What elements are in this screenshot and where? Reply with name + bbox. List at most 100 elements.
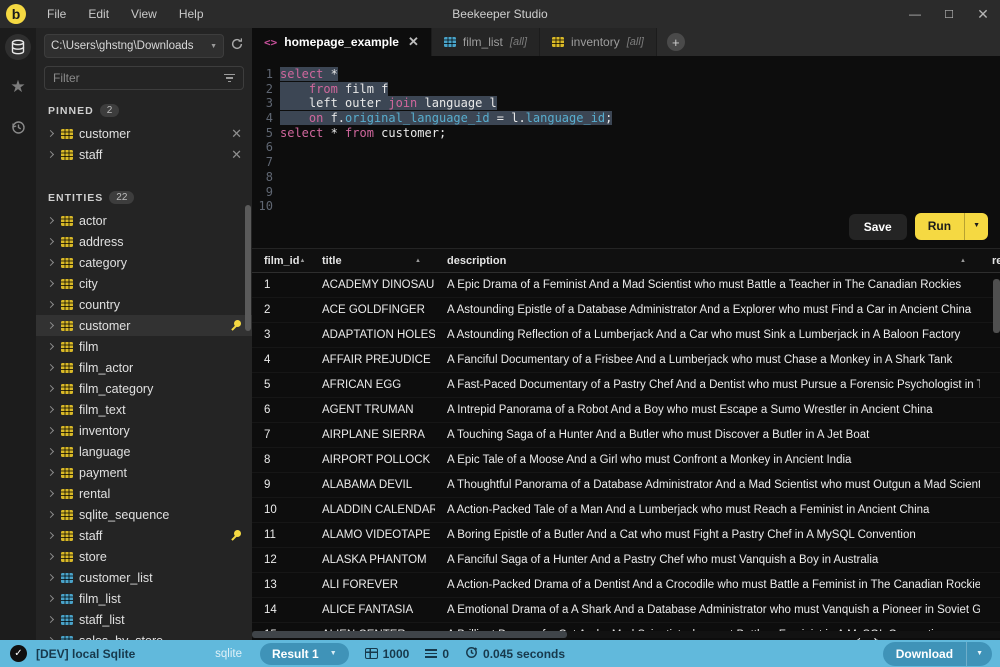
- cell[interactable]: AFFAIR PREJUDICE: [310, 354, 435, 366]
- sidebar-item-customer_list[interactable]: customer_list: [36, 567, 252, 588]
- table-row[interactable]: 12ALASKA PHANTOMA Fanciful Saga of a Hun…: [252, 548, 1000, 573]
- cell[interactable]: 6: [252, 404, 310, 416]
- download-button[interactable]: Download ▼: [883, 642, 992, 666]
- cell[interactable]: A Touching Saga of a Hunter And a Butler…: [435, 429, 980, 441]
- maximize-icon[interactable]: ☐: [932, 0, 966, 28]
- sidebar-item-city[interactable]: city: [36, 273, 252, 294]
- cell[interactable]: 12: [252, 554, 310, 566]
- cell[interactable]: ACADEMY DINOSAUR: [310, 279, 435, 291]
- chevron-right-icon[interactable]: [47, 616, 54, 623]
- connection-name[interactable]: [DEV] local Sqlite: [36, 647, 135, 661]
- sidebar-item-inventory[interactable]: inventory: [36, 420, 252, 441]
- chevron-right-icon[interactable]: [47, 553, 54, 560]
- menu-view[interactable]: View: [120, 0, 168, 28]
- cell[interactable]: 5: [252, 379, 310, 391]
- chevron-right-icon[interactable]: [47, 385, 54, 392]
- chevron-right-icon[interactable]: [47, 343, 54, 350]
- chevron-right-icon[interactable]: [47, 217, 54, 224]
- sidebar-item-country[interactable]: country: [36, 294, 252, 315]
- chevron-right-icon[interactable]: [47, 574, 54, 581]
- sidebar-item-film_category[interactable]: film_category: [36, 378, 252, 399]
- table-row[interactable]: 14ALICE FANTASIAA Emotional Drama of a A…: [252, 598, 1000, 623]
- sidebar-scrollbar[interactable]: [245, 205, 251, 331]
- sidebar-item-address[interactable]: address: [36, 231, 252, 252]
- result-selector[interactable]: Result 1 ▼: [260, 643, 349, 665]
- chevron-right-icon[interactable]: [47, 406, 54, 413]
- chevron-right-icon[interactable]: [47, 280, 54, 287]
- table-row[interactable]: 7AIRPLANE SIERRAA Touching Saga of a Hun…: [252, 423, 1000, 448]
- cell[interactable]: 3: [252, 329, 310, 341]
- favorites-star-icon[interactable]: ★: [5, 74, 31, 100]
- table-row[interactable]: 2ACE GOLDFINGERA Astounding Epistle of a…: [252, 298, 1000, 323]
- cell[interactable]: 1: [252, 279, 310, 291]
- sidebar-item-actor[interactable]: actor: [36, 210, 252, 231]
- results-horizontal-scrollbar[interactable]: [252, 631, 1000, 638]
- sidebar-item-language[interactable]: language: [36, 441, 252, 462]
- pinned-item-staff[interactable]: staff✕: [36, 144, 252, 165]
- pin-icon[interactable]: [228, 319, 242, 333]
- sidebar-item-sales_by_store[interactable]: sales_by_store: [36, 630, 252, 640]
- column-header-film_id[interactable]: film_id▲: [252, 255, 310, 267]
- chevron-right-icon[interactable]: [47, 130, 54, 137]
- sidebar-item-customer[interactable]: customer: [36, 315, 252, 336]
- run-button-label[interactable]: Run: [915, 213, 965, 240]
- cell[interactable]: ALAMO VIDEOTAPE: [310, 529, 435, 541]
- cell[interactable]: A Epic Drama of a Feminist And a Mad Sci…: [435, 279, 980, 291]
- column-header-description[interactable]: description▲: [435, 255, 980, 267]
- cell[interactable]: AIRPORT POLLOCK: [310, 454, 435, 466]
- sort-arrow-icon[interactable]: ▲: [415, 258, 429, 264]
- run-button[interactable]: Run ▼: [915, 213, 988, 240]
- cell[interactable]: A Astounding Reflection of a Lumberjack …: [435, 329, 980, 341]
- cell[interactable]: A Action-Packed Tale of a Man And a Lumb…: [435, 504, 980, 516]
- sidebar-item-staff_list[interactable]: staff_list: [36, 609, 252, 630]
- save-button[interactable]: Save: [849, 214, 907, 240]
- cell[interactable]: 10: [252, 504, 310, 516]
- history-icon[interactable]: [5, 114, 31, 140]
- cell[interactable]: 14: [252, 604, 310, 616]
- sidebar-item-payment[interactable]: payment: [36, 462, 252, 483]
- cell[interactable]: ACE GOLDFINGER: [310, 304, 435, 316]
- cell[interactable]: 8: [252, 454, 310, 466]
- sidebar-item-staff[interactable]: staff: [36, 525, 252, 546]
- cell[interactable]: ALADDIN CALENDAR: [310, 504, 435, 516]
- database-icon[interactable]: [5, 34, 31, 60]
- cell[interactable]: 7: [252, 429, 310, 441]
- cell[interactable]: AIRPLANE SIERRA: [310, 429, 435, 441]
- sidebar-item-film_text[interactable]: film_text: [36, 399, 252, 420]
- sidebar-item-sqlite_sequence[interactable]: sqlite_sequence: [36, 504, 252, 525]
- chevron-right-icon[interactable]: [47, 427, 54, 434]
- database-selector[interactable]: C:\Users\ghstng\Downloads ▼: [44, 34, 224, 58]
- tab-film_list[interactable]: film_list[all]: [432, 28, 540, 56]
- table-row[interactable]: 1ACADEMY DINOSAURA Epic Drama of a Femin…: [252, 273, 1000, 298]
- sidebar-item-film_list[interactable]: film_list: [36, 588, 252, 609]
- cell[interactable]: A Astounding Epistle of a Database Admin…: [435, 304, 980, 316]
- entity-filter[interactable]: [44, 66, 244, 90]
- cell[interactable]: 9: [252, 479, 310, 491]
- column-header-re[interactable]: re: [980, 255, 1000, 267]
- chevron-right-icon[interactable]: [47, 469, 54, 476]
- sidebar-item-category[interactable]: category: [36, 252, 252, 273]
- chevron-right-icon[interactable]: [47, 238, 54, 245]
- chevron-right-icon[interactable]: [47, 511, 54, 518]
- cell[interactable]: A Fanciful Documentary of a Frisbee And …: [435, 354, 980, 366]
- chevron-right-icon[interactable]: [47, 364, 54, 371]
- column-header-title[interactable]: title▲: [310, 255, 435, 267]
- cell[interactable]: ALICE FANTASIA: [310, 604, 435, 616]
- filter-input[interactable]: [53, 71, 224, 85]
- cell[interactable]: A Epic Tale of a Moose And a Girl who mu…: [435, 454, 980, 466]
- pin-icon[interactable]: [228, 529, 242, 543]
- run-options-caret-icon[interactable]: ▼: [965, 213, 988, 240]
- close-icon[interactable]: ✕: [966, 0, 1000, 28]
- chevron-right-icon[interactable]: [47, 637, 54, 640]
- table-row[interactable]: 10ALADDIN CALENDARA Action-Packed Tale o…: [252, 498, 1000, 523]
- minimize-icon[interactable]: —: [898, 0, 932, 28]
- table-row[interactable]: 8AIRPORT POLLOCKA Epic Tale of a Moose A…: [252, 448, 1000, 473]
- cell[interactable]: AFRICAN EGG: [310, 379, 435, 391]
- cell[interactable]: A Action-Packed Drama of a Dentist And a…: [435, 579, 980, 591]
- table-row[interactable]: 9ALABAMA DEVILA Thoughtful Panorama of a…: [252, 473, 1000, 498]
- table-row[interactable]: 5AFRICAN EGGA Fast-Paced Documentary of …: [252, 373, 1000, 398]
- horizontal-scroll-thumb[interactable]: [252, 631, 567, 638]
- results-vertical-scrollbar[interactable]: [993, 279, 1000, 333]
- chevron-right-icon[interactable]: [47, 259, 54, 266]
- cell[interactable]: A Fanciful Saga of a Hunter And a Pastry…: [435, 554, 980, 566]
